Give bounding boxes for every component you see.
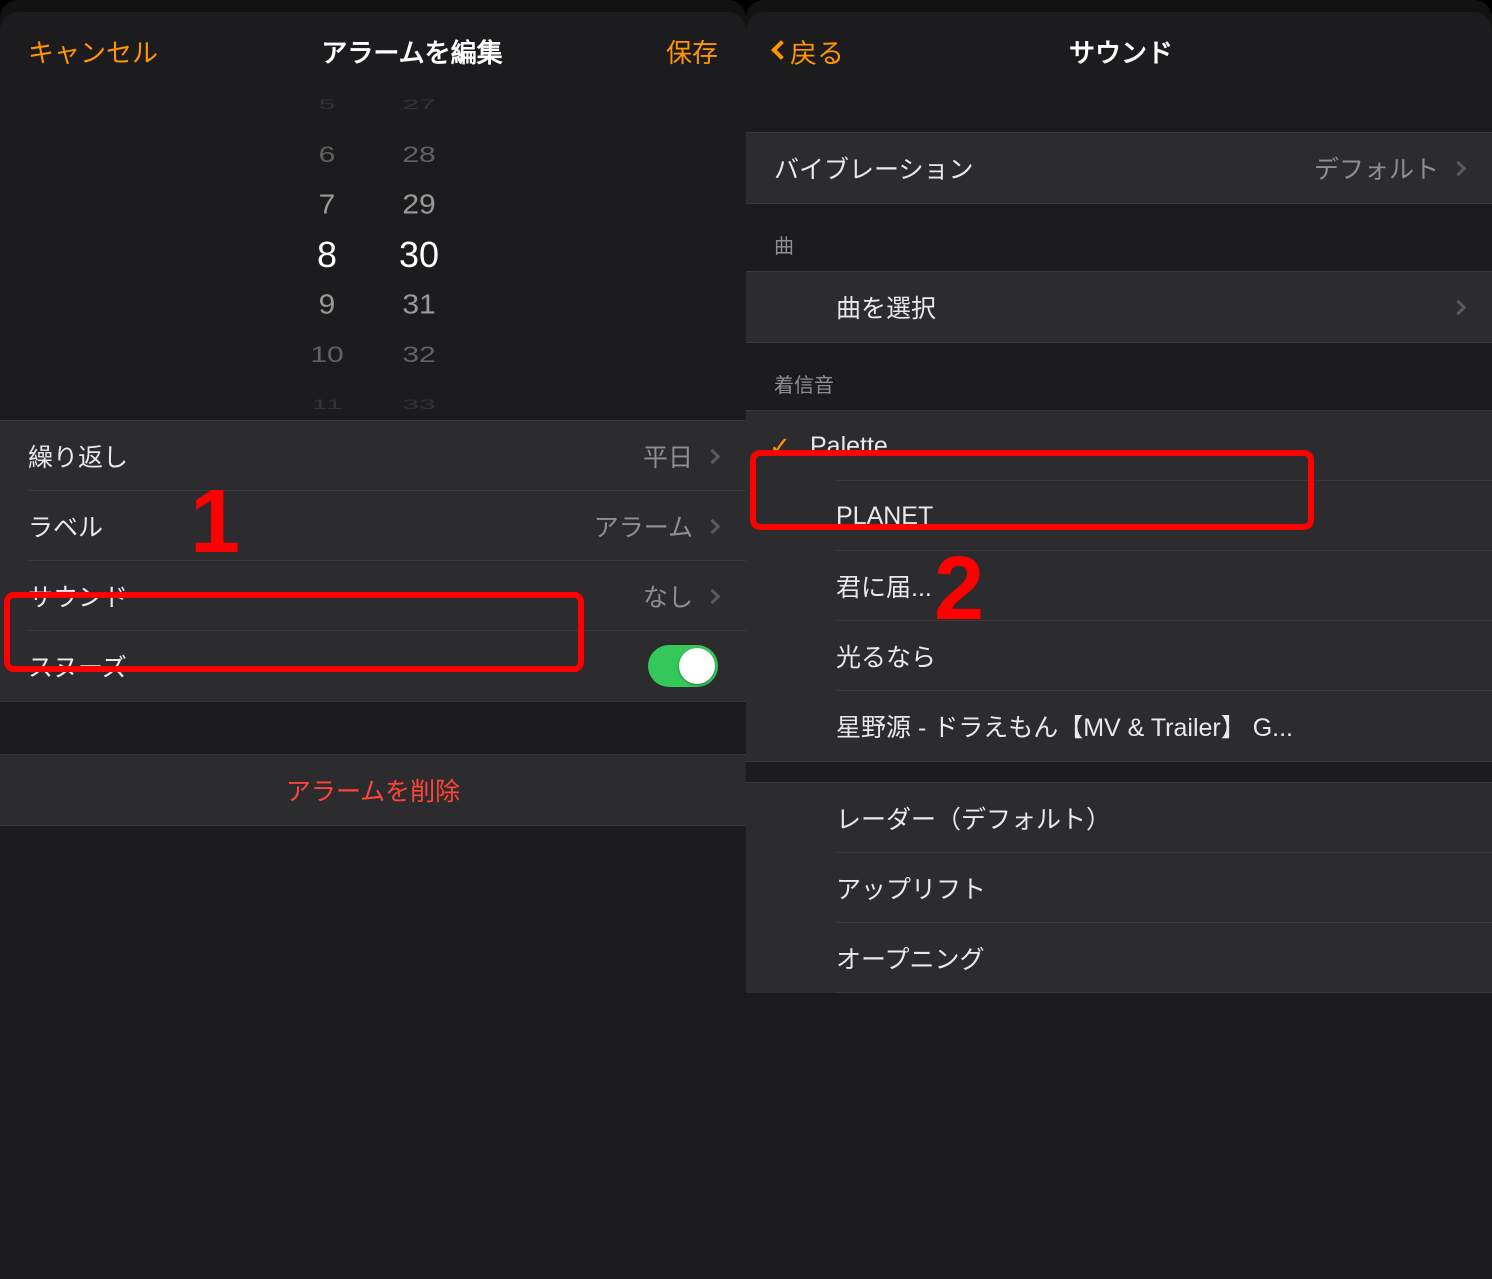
ringtone-label: レーダー（デフォルト） [836, 800, 1111, 836]
sound-value: なし [643, 578, 693, 614]
time-picker[interactable]: 5 6 7 8 9 10 11 27 28 29 30 31 32 33 [0, 90, 746, 420]
ringtone-row[interactable]: PLANET [746, 481, 1492, 551]
nav-bar: キャンセル アラームを編集 保存 [0, 12, 746, 90]
sound-row[interactable]: サウンド なし [0, 561, 746, 631]
sound-label: サウンド [28, 578, 128, 614]
pick-song-row[interactable]: 曲を選択 [746, 272, 1492, 342]
ringtone-label: 星野源 - ドラえもん【MV & Trailer】 G... [836, 708, 1293, 744]
chevron-right-icon [1451, 160, 1467, 176]
snooze-label: スヌーズ [28, 648, 127, 684]
vibration-label: バイブレーション [774, 150, 974, 186]
marker-2: 2 [934, 538, 984, 641]
ringtone-label: オープニング [836, 940, 985, 976]
repeat-value: 平日 [643, 438, 693, 474]
minute-selected: 30 [399, 236, 439, 274]
repeat-row[interactable]: 繰り返し 平日 [0, 421, 746, 491]
page-title: アラームを編集 [158, 33, 666, 70]
snooze-toggle[interactable] [648, 645, 718, 687]
chevron-left-icon [771, 40, 791, 60]
pick-song-label: 曲を選択 [836, 289, 936, 325]
snooze-row: スヌーズ [0, 631, 746, 701]
ringtones-section-header: 着信音 [746, 343, 1492, 410]
ringtone-label: 光るなら [836, 638, 936, 674]
ringtone-label: 君に届... [836, 568, 932, 604]
minute-picker[interactable]: 27 28 29 30 31 32 33 [384, 86, 454, 424]
ringtone-label: Palette [810, 432, 888, 461]
chevron-right-icon [705, 588, 721, 604]
sound-sheet: 戻る サウンド バイブレーション デフォルト 曲 曲を選択 着信音 ✓Palet… [746, 12, 1492, 1279]
vibration-value: デフォルト [1314, 150, 1439, 186]
ringtone-row[interactable]: オープニング [746, 923, 1492, 993]
label-row[interactable]: ラベル アラーム [0, 491, 746, 561]
page-title: サウンド [844, 33, 1398, 70]
ringtone-row[interactable]: レーダー（デフォルト） [746, 783, 1492, 853]
chevron-right-icon [705, 448, 721, 464]
repeat-label: 繰り返し [28, 438, 128, 474]
ringtone-row-palette[interactable]: ✓Palette [746, 411, 1492, 481]
marker-1: 1 [190, 471, 240, 574]
edit-alarm-screen: キャンセル アラームを編集 保存 5 6 7 8 9 10 11 27 28 2… [0, 0, 746, 1279]
nav-bar: 戻る サウンド [746, 12, 1492, 90]
ringtone-row[interactable]: 光るなら [746, 621, 1492, 691]
back-button[interactable]: 戻る [774, 32, 844, 71]
delete-alarm-button[interactable]: アラームを削除 [0, 755, 746, 825]
hour-picker[interactable]: 5 6 7 8 9 10 11 [292, 86, 362, 424]
ringtone-row[interactable]: アップリフト [746, 853, 1492, 923]
chevron-right-icon [705, 518, 721, 534]
vibration-row[interactable]: バイブレーション デフォルト [746, 133, 1492, 203]
edit-alarm-sheet: キャンセル アラームを編集 保存 5 6 7 8 9 10 11 27 28 2… [0, 12, 746, 1279]
songs-section-header: 曲 [746, 204, 1492, 271]
checkmark-icon: ✓ [750, 431, 810, 462]
toggle-knob [679, 648, 715, 684]
ringtone-label: アップリフト [836, 870, 986, 906]
ringtone-row[interactable]: 君に届... [746, 551, 1492, 621]
ringtone-label: PLANET [836, 502, 933, 531]
ringtone-row[interactable]: 星野源 - ドラえもん【MV & Trailer】 G... [746, 691, 1492, 761]
cancel-button[interactable]: キャンセル [28, 33, 158, 70]
sound-screen: 戻る サウンド バイブレーション デフォルト 曲 曲を選択 着信音 ✓Palet… [746, 0, 1492, 1279]
hour-selected: 8 [317, 236, 337, 274]
save-button[interactable]: 保存 [666, 33, 718, 70]
chevron-right-icon [1451, 299, 1467, 315]
label-value: アラーム [594, 508, 693, 544]
label-label: ラベル [28, 508, 103, 544]
